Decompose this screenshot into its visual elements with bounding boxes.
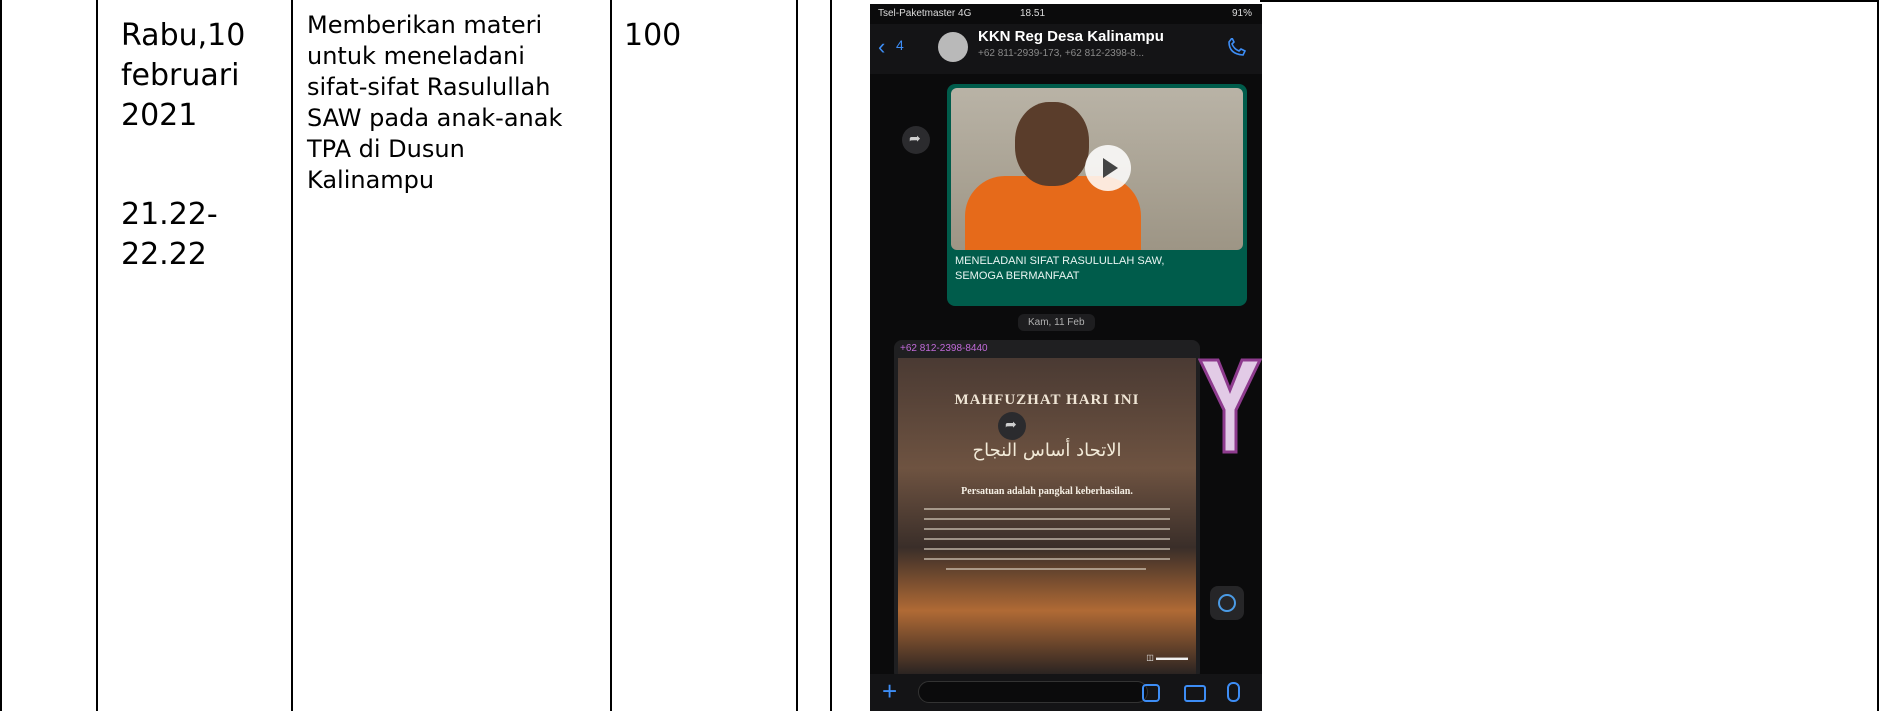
chat-header: ‹ 4 KKN Reg Desa Kalinampu +62 811-2939-…	[870, 24, 1262, 74]
person-figure	[1015, 102, 1089, 186]
caption-line: MENELADANI SIFAT RASULULLAH SAW,	[955, 255, 1165, 267]
table-divider	[610, 0, 612, 711]
poster-body-text	[946, 568, 1146, 570]
time-line: 21.22-	[121, 197, 218, 232]
status-battery: 91%	[1231, 8, 1252, 19]
activity-cell: Memberikan materi untuk meneladani sifat…	[307, 10, 607, 196]
activity-line: sifat-sifat Rasulullah	[307, 73, 551, 101]
poster-body-text	[924, 508, 1170, 510]
poster-subtitle: Persatuan adalah pangkal keberhasilan.	[961, 486, 1133, 497]
poster-body-text	[924, 548, 1170, 550]
sticker-icon[interactable]	[1142, 684, 1160, 702]
table-divider	[291, 0, 293, 711]
date-line: Rabu,10	[121, 18, 246, 53]
status-bar: Tsel-Paketmaster 4G 18.51 91%	[870, 4, 1262, 24]
call-add-icon[interactable]	[1226, 38, 1248, 58]
camera-icon[interactable]	[1184, 685, 1206, 702]
date-line: februari	[121, 58, 240, 93]
table-border-right	[1877, 0, 1879, 711]
table-divider	[96, 0, 98, 711]
poster-arabic: الاتحاد أساس النجاح	[972, 440, 1122, 461]
activity-line: Memberikan materi	[307, 11, 543, 39]
whatsapp-screenshot: Tsel-Paketmaster 4G 18.51 91% ‹ 4 KKN Re…	[870, 4, 1262, 711]
status-time: 18.51	[1020, 8, 1046, 19]
message-input[interactable]	[918, 681, 1148, 703]
poster-body-text	[924, 528, 1170, 530]
mahfuzhat-poster[interactable]: MAHFUZHAT HARI INI الاتحاد أساس النجاح P…	[898, 358, 1196, 674]
table-divider	[830, 0, 832, 711]
table-divider	[796, 0, 798, 711]
group-avatar[interactable]	[938, 32, 968, 62]
scroll-down-icon[interactable]	[1210, 586, 1244, 620]
forward-icon[interactable]	[902, 126, 930, 154]
poster-body-text	[924, 558, 1170, 560]
y-logo-icon	[1198, 358, 1262, 454]
poster-body-text	[924, 518, 1170, 520]
time-line: 22.22	[121, 237, 207, 272]
poster-title: MAHFUZHAT HARI INI	[954, 392, 1140, 408]
plus-icon[interactable]: +	[882, 678, 897, 704]
date-cell: Rabu,10 februari 2021	[121, 16, 245, 136]
message-input-bar: +	[870, 674, 1262, 711]
play-icon[interactable]	[1085, 145, 1131, 191]
forward-icon[interactable]	[998, 412, 1026, 440]
microphone-icon[interactable]	[1227, 682, 1240, 702]
status-carrier: Tsel-Paketmaster 4G	[878, 8, 972, 19]
sender-number: +62 812-2398-8440	[900, 343, 988, 354]
score-cell: 100	[624, 18, 682, 53]
group-members: +62 811-2939-173, +62 812-2398-8...	[978, 48, 1145, 59]
video-caption: MENELADANI SIFAT RASULULLAH SAW, SEMOGA …	[955, 254, 1240, 284]
activity-line: untuk meneladani	[307, 42, 525, 70]
caption-line: SEMOGA BERMANFAAT	[955, 270, 1080, 282]
poster-body-text	[924, 538, 1170, 540]
activity-line: SAW pada anak-anak	[307, 104, 563, 132]
time-cell: 21.22- 22.22	[121, 195, 218, 275]
video-message[interactable]: MENELADANI SIFAT RASULULLAH SAW, SEMOGA …	[947, 84, 1247, 306]
date-chip: Kam, 11 Feb	[1018, 314, 1095, 331]
instagram-handle-icon: ◫ ▬▬▬▬	[1146, 653, 1188, 662]
date-line: 2021	[121, 98, 198, 133]
activity-line: TPA di Dusun	[307, 135, 465, 163]
unread-count[interactable]: 4	[896, 37, 904, 53]
table-border-left	[0, 0, 2, 711]
group-name[interactable]: KKN Reg Desa Kalinampu	[978, 28, 1164, 45]
table-row-border-top	[1260, 0, 1879, 2]
video-thumbnail	[951, 88, 1243, 250]
activity-line: Kalinampu	[307, 166, 435, 194]
image-message[interactable]: +62 812-2398-8440 MAHFUZHAT HARI INI الا…	[894, 340, 1200, 680]
